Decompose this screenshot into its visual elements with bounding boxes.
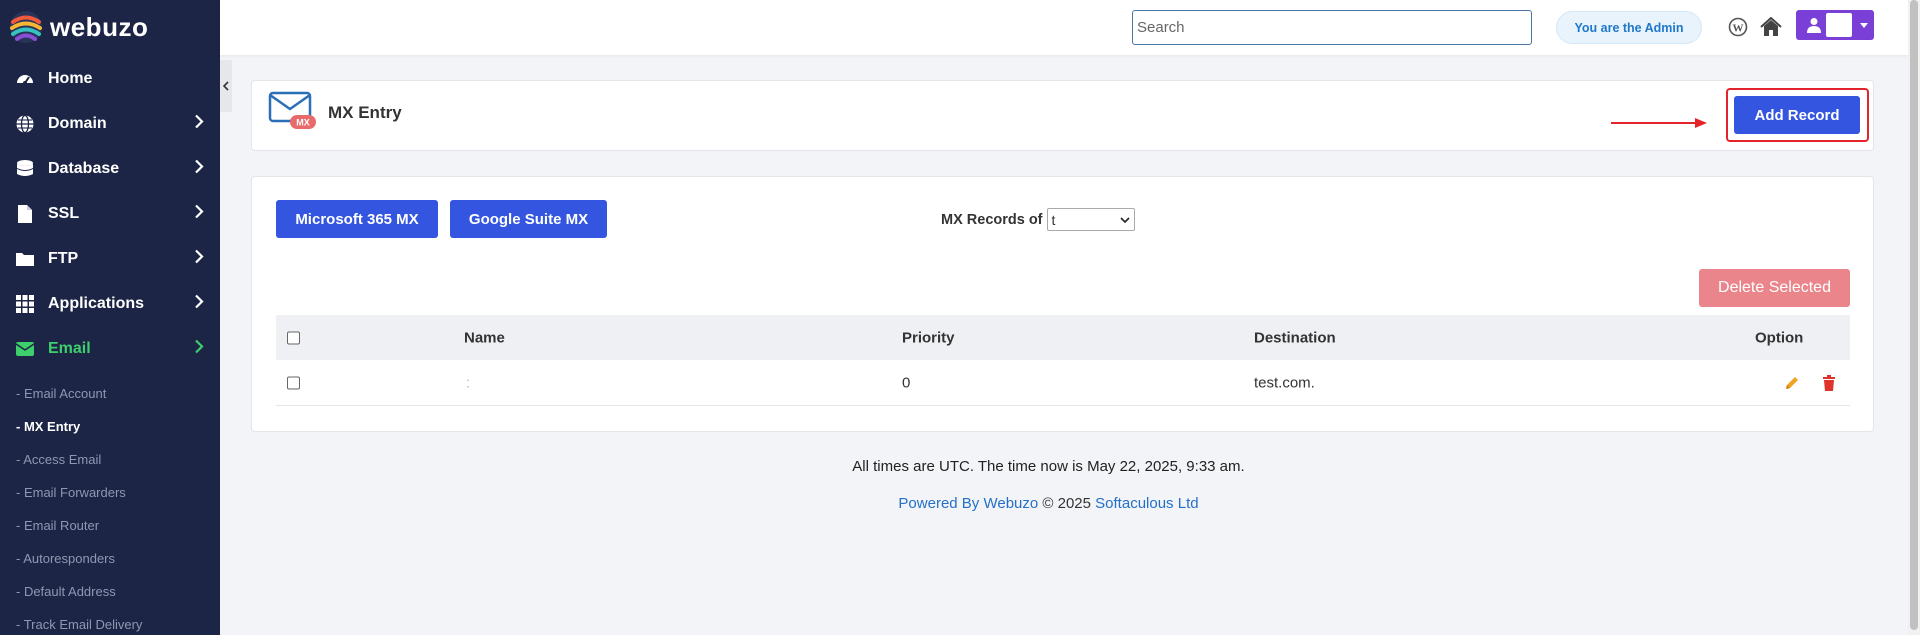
footer-powered-by: Powered By Webuzo © 2025 Softaculous Ltd <box>0 495 1877 512</box>
sidebar-nav: Home Domain Database SSL FTP Application… <box>0 56 220 371</box>
envelope-icon <box>14 338 36 360</box>
domain-select-value: t <box>1051 211 1056 228</box>
chevron-right-icon <box>194 159 204 178</box>
mx-records-card: Microsoft 365 MX Google Suite MX MX Reco… <box>251 176 1874 432</box>
subnav-mx-entry[interactable]: - MX Entry <box>0 410 220 443</box>
chevron-right-icon <box>194 339 204 358</box>
mx-records-table: Name Priority Destination Option : 0 tes… <box>276 315 1850 406</box>
scrollbar-thumb[interactable] <box>1910 0 1918 630</box>
database-icon <box>14 158 36 180</box>
delete-icon[interactable] <box>1822 374 1836 391</box>
edit-icon[interactable] <box>1784 375 1800 391</box>
sidebar-item-domain[interactable]: Domain <box>0 101 220 146</box>
page-scrollbar[interactable] <box>1908 0 1920 635</box>
subnav-autoresponders[interactable]: - Autoresponders <box>0 542 220 575</box>
add-record-button[interactable]: Add Record <box>1734 96 1860 134</box>
subnav-default-address[interactable]: - Default Address <box>0 575 220 608</box>
sidebar-item-label: Applications <box>48 294 145 312</box>
sidebar-item-label: Home <box>48 69 93 87</box>
sidebar-item-ssl[interactable]: SSL <box>0 191 220 236</box>
chevron-right-icon <box>194 204 204 223</box>
top-header: You are the Admin W <box>220 0 1908 55</box>
chevron-right-icon <box>194 114 204 133</box>
subnav-email-router[interactable]: - Email Router <box>0 509 220 542</box>
sidebar-item-applications[interactable]: Applications <box>0 281 220 326</box>
domain-select[interactable]: t <box>1046 208 1135 231</box>
arrow-right-icon <box>1611 118 1707 128</box>
microsoft-365-mx-button[interactable]: Microsoft 365 MX <box>276 200 438 238</box>
column-destination: Destination <box>1254 329 1336 346</box>
chevron-left-icon <box>223 81 229 91</box>
chevron-right-icon <box>194 249 204 268</box>
page-title: MX Entry <box>328 103 402 122</box>
sidebar-item-label: Domain <box>48 114 107 132</box>
home-icon[interactable] <box>1758 14 1784 40</box>
chevron-right-icon <box>194 294 204 313</box>
powered-by-link[interactable]: Powered By Webuzo <box>898 495 1038 512</box>
sidebar-item-ftp[interactable]: FTP <box>0 236 220 281</box>
column-option: Option <box>1755 329 1804 346</box>
subnav-track-email-delivery[interactable]: - Track Email Delivery <box>0 608 220 635</box>
page-header-card: MX MX Entry Add Record <box>251 80 1874 151</box>
search-input[interactable] <box>1132 10 1532 45</box>
record-destination: test.com. <box>1254 374 1315 391</box>
sidebar-item-label: Email <box>48 339 91 357</box>
select-all-checkbox[interactable] <box>287 331 300 344</box>
user-menu-button[interactable] <box>1796 10 1874 40</box>
delete-selected-button[interactable]: Delete Selected <box>1699 269 1850 307</box>
wordpress-icon[interactable]: W <box>1725 14 1751 40</box>
sidebar-item-label: Database <box>48 159 120 177</box>
column-priority: Priority <box>902 329 955 346</box>
column-name: Name <box>464 329 505 346</box>
record-priority: 0 <box>902 374 911 391</box>
chevron-down-icon <box>1119 216 1130 223</box>
avatar <box>1826 13 1852 37</box>
sidebar-item-label: SSL <box>48 204 80 222</box>
dashboard-icon <box>14 68 36 90</box>
sidebar: webuzo Home Domain Database SSL FTP Appl… <box>0 0 220 635</box>
record-name: : <box>466 374 471 391</box>
sidebar-item-database[interactable]: Database <box>0 146 220 191</box>
mx-records-of: MX Records of t <box>941 208 1135 231</box>
subnav-email-account[interactable]: - Email Account <box>0 377 220 410</box>
webuzo-logo-icon <box>10 11 42 43</box>
sidebar-item-home[interactable]: Home <box>0 56 220 101</box>
footer-time: All times are UTC. The time now is May 2… <box>852 458 1245 475</box>
grid-icon <box>14 293 36 315</box>
table-header: Name Priority Destination Option <box>276 315 1850 360</box>
google-suite-mx-button[interactable]: Google Suite MX <box>450 200 607 238</box>
sidebar-collapse-toggle[interactable] <box>220 60 232 112</box>
folder-icon <box>14 248 36 270</box>
sidebar-item-email[interactable]: Email <box>0 326 220 371</box>
globe-icon <box>14 113 36 135</box>
mx-envelope-icon: MX <box>268 91 316 129</box>
caret-down-icon <box>1860 22 1868 28</box>
sidebar-item-label: FTP <box>48 249 79 267</box>
table-row: : 0 test.com. <box>276 360 1850 406</box>
row-checkbox[interactable] <box>287 376 300 389</box>
mx-badge-text: MX <box>296 118 310 128</box>
company-link[interactable]: Softaculous Ltd <box>1095 495 1198 512</box>
copyright-text: © 2025 <box>1038 495 1096 512</box>
svg-text:W: W <box>1733 23 1744 35</box>
user-icon <box>1807 18 1821 33</box>
brand-name: webuzo <box>50 11 149 42</box>
records-of-label: MX Records of <box>941 211 1043 228</box>
file-icon <box>14 203 36 225</box>
admin-badge[interactable]: You are the Admin <box>1556 11 1702 44</box>
webuzo-logo[interactable]: webuzo <box>0 0 220 54</box>
